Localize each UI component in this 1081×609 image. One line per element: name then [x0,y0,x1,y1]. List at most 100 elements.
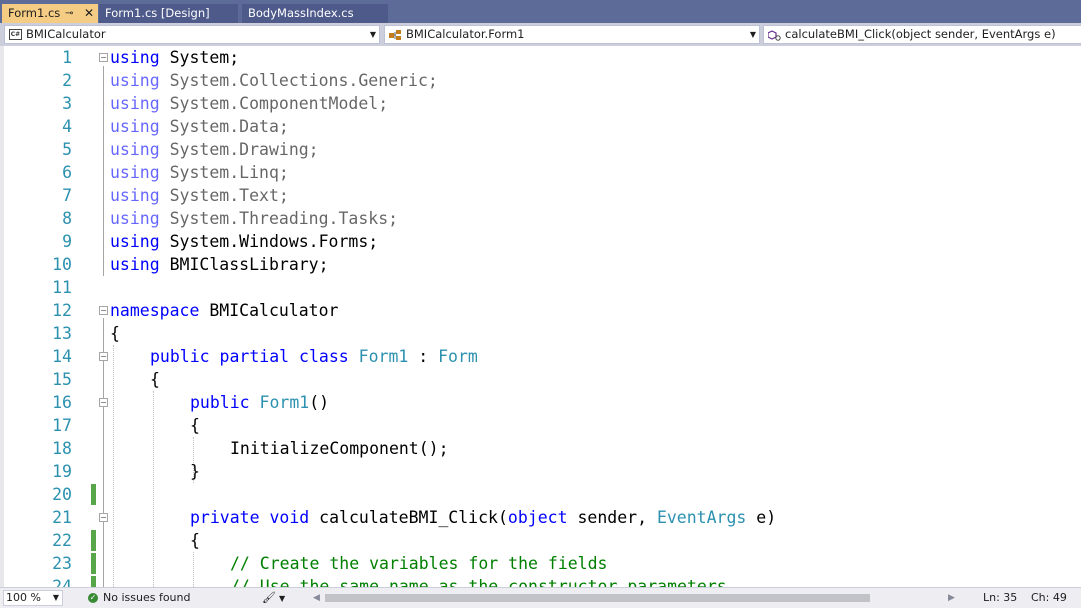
column-indicator: Ch: 49 [1031,591,1067,604]
line-indicator: Ln: 35 [983,591,1018,604]
code-text: namespace BMICalculator [110,301,339,320]
tab-form1-design[interactable]: Form1.cs [Design] [99,4,238,23]
chevron-down-icon: ▼ [749,30,756,39]
scroll-left-icon[interactable]: ◀ [313,593,320,603]
line-number: 1 [62,48,72,67]
code-text: { [190,531,200,550]
code-line: 8 using System.Threading.Tasks; [0,207,1081,230]
navigation-bar: C# BMICalculator ▼ BMICalculator.Form1 ▼ … [0,23,1081,46]
line-number: 20 [52,485,72,504]
code-text: { [110,324,120,343]
code-comment: // Use the same name as the constructor … [230,577,727,587]
code-text: using System.Drawing; [110,140,319,159]
line-number: 14 [52,347,72,366]
line-number: 18 [52,439,72,458]
line-number: 23 [52,554,72,573]
code-text: using System; [110,48,240,67]
code-editor[interactable]: 1 − using System; 2 using System.Collect… [0,46,1081,587]
code-text: { [190,416,200,435]
code-line: 14 − public partial class Form1 : Form [0,345,1081,368]
project-dropdown[interactable]: C# BMICalculator ▼ [4,25,380,44]
code-line: 21 − private void calculateBMI_Click(obj… [0,506,1081,529]
brush-icon: 🖌 [262,591,276,604]
code-line: 12 − namespace BMICalculator [0,299,1081,322]
code-line: 6 using System.Linq; [0,161,1081,184]
line-number: 3 [62,94,72,113]
line-number: 12 [52,301,72,320]
line-number: 19 [52,462,72,481]
code-text: using System.Linq; [110,163,289,182]
line-number: 6 [62,163,72,182]
scroll-right-icon[interactable]: ▶ [948,593,955,603]
line-number: 13 [52,324,72,343]
tab-label: BodyMassIndex.cs [248,6,354,20]
line-number: 22 [52,531,72,550]
class-icon [389,29,402,40]
line-number: 7 [62,186,72,205]
tab-bodymassindex-cs[interactable]: BodyMassIndex.cs [242,4,388,23]
code-cleanup-button[interactable]: 🖌 ▼ [262,588,285,609]
change-marker [91,553,96,574]
collapse-icon[interactable]: − [99,398,108,407]
zoom-dropdown[interactable]: 100 % ▼ [3,590,63,606]
code-text: using BMIClassLibrary; [110,255,329,274]
code-line: 7 using System.Text; [0,184,1081,207]
code-line: 24 // Use the same name as the construct… [0,575,1081,587]
issues-indicator[interactable]: ✓ No issues found [88,588,190,608]
code-line: 4 using System.Data; [0,115,1081,138]
tab-form1-cs[interactable]: Form1.cs ⊸ ✕ [2,4,98,23]
method-icon [767,29,781,41]
line-number: 21 [52,508,72,527]
line-number: 10 [52,255,72,274]
check-circle-icon: ✓ [88,593,98,603]
code-comment: // Create the variables for the fields [230,554,608,573]
member-dropdown[interactable]: calculateBMI_Click(object sender, EventA… [763,25,1081,44]
change-marker [91,530,96,551]
code-text: using System.Collections.Generic; [110,71,438,90]
issues-text: No issues found [103,591,191,604]
code-text: public Form1() [190,393,330,412]
collapse-icon[interactable]: − [99,306,108,315]
line-number: 17 [52,416,72,435]
code-text: public partial class Form1 : Form [150,347,478,366]
chevron-down-icon: ▼ [369,30,376,39]
code-line: 9 using System.Windows.Forms; [0,230,1081,253]
line-number: 24 [52,577,72,587]
code-text: using System.Text; [110,186,289,205]
type-dropdown[interactable]: BMICalculator.Form1 ▼ [384,25,760,44]
horizontal-scrollbar[interactable]: ◀ ▶ [310,593,955,603]
line-number: 4 [62,117,72,136]
chevron-down-icon: ▼ [278,594,286,603]
csharp-project-icon: C# [9,29,22,40]
code-text: using System.Threading.Tasks; [110,209,399,228]
scrollbar-thumb[interactable] [325,594,870,602]
code-line: 10 using BMIClassLibrary; [0,253,1081,276]
code-line: 11 [0,276,1081,299]
member-name: calculateBMI_Click(object sender, EventA… [785,27,1056,41]
line-number: 8 [62,209,72,228]
code-line: 2 using System.Collections.Generic; [0,69,1081,92]
code-text: { [150,370,160,389]
line-number: 9 [62,232,72,251]
code-line: 1 − using System; [0,46,1081,69]
tab-label: Form1.cs [8,6,61,20]
code-text: } [190,462,200,481]
code-line: 16 − public Form1() [0,391,1081,414]
code-text: using System.Data; [110,117,289,136]
collapse-icon[interactable]: − [99,352,108,361]
collapse-icon[interactable]: − [99,53,108,62]
code-line: 19 } [0,460,1081,483]
line-number: 2 [62,71,72,90]
code-line: 13 { [0,322,1081,345]
code-line: 15 { [0,368,1081,391]
zoom-level: 100 % [6,591,41,604]
line-number: 15 [52,370,72,389]
change-marker [91,484,96,505]
code-text: private void calculateBMI_Click(object s… [190,508,777,527]
close-icon[interactable]: ✕ [84,4,94,23]
pin-icon[interactable]: ⊸ [65,4,73,23]
code-line: 18 InitializeComponent(); [0,437,1081,460]
collapse-icon[interactable]: − [99,513,108,522]
code-line: 20 [0,483,1081,506]
editor-status-bar: 100 % ▼ ✓ No issues found 🖌 ▼ ◀ ▶ Ln: 35 C… [0,587,1081,608]
